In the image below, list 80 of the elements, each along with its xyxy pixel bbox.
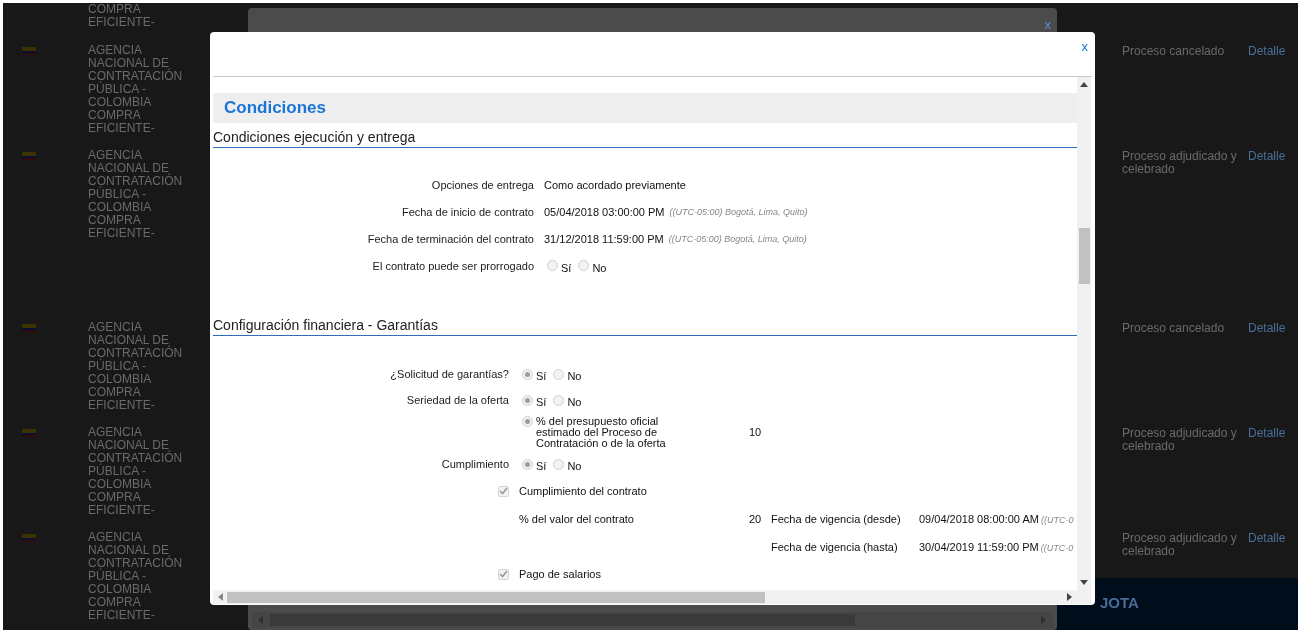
radio-button[interactable]: [553, 368, 565, 380]
detail-link[interactable]: Detalle: [1237, 44, 1286, 58]
close-button[interactable]: x: [1044, 17, 1051, 32]
field-label: Fecha de vigencia (hasta): [771, 540, 899, 553]
arrow-left-icon[interactable]: [218, 593, 223, 601]
radio-button[interactable]: [553, 394, 565, 406]
scrollbar-thumb[interactable]: [227, 592, 765, 603]
section-heading: Condiciones: [213, 93, 1077, 123]
radio-button[interactable]: [522, 458, 533, 470]
agency-name: AGENCIA NACIONAL DE CONTRATACIÓN PÚBLICA - COLOMBIA COMPRA EFICIENTE-: [88, 531, 183, 622]
agency-name: AGENCIA NACIONAL DE CONTRATACIÓN PÚBLICA - COLOMBIA COMPRA EFICIENTE-: [88, 426, 183, 517]
field-label: % del valor del contrato: [519, 513, 635, 525]
field-value: 30/04/2019 11:59:00 PM: [919, 540, 1039, 553]
option-label: Sí: [536, 459, 547, 472]
option-label: % del presupuesto oficial estimado del Proceso de Contratación o de la oferta: [536, 415, 667, 449]
radio-button[interactable]: [522, 394, 533, 406]
process-status: Proceso adjudicado y celebrado: [1122, 149, 1237, 176]
checkbox[interactable]: [498, 485, 509, 497]
agency-name: COMPRA EFICIENTE-: [88, 3, 156, 29]
promo-title: JOTA: [1100, 594, 1139, 611]
agency-name: AGENCIA NACIONAL DE CONTRATACIÓN PÚBLICA - COLOMBIA COMPRA EFICIENTE-: [88, 44, 183, 135]
process-status: Proceso adjudicado y celebrado: [1122, 531, 1237, 558]
timezone-note: ((UTC-05:00) Bogotá, Lima, Quito): [669, 206, 808, 217]
scrollbar-thumb[interactable]: [1079, 228, 1090, 284]
arrow-down-icon[interactable]: [1080, 580, 1088, 585]
process-status: Proceso cancelado: [1122, 44, 1226, 58]
option-label: Sí: [561, 260, 572, 274]
option-label: Sí: [536, 395, 547, 408]
radio-button[interactable]: [522, 415, 533, 427]
flag-icon: [22, 429, 36, 437]
process-status: Proceso cancelado: [1122, 321, 1226, 335]
option-label: No: [567, 395, 582, 408]
detail-link[interactable]: Detalle: [1237, 321, 1286, 335]
radio-button[interactable]: [547, 260, 558, 271]
detail-link[interactable]: Detalle: [1237, 149, 1286, 163]
checkbox-label: Cumplimiento del contrato: [519, 485, 648, 497]
field-value: 10: [749, 426, 763, 438]
arrow-right-icon[interactable]: [1067, 593, 1072, 601]
field-label: Fecha de inicio de contrato: [401, 205, 535, 218]
field-label: Opciones de entrega: [431, 178, 535, 191]
timezone-note: ((UTC-0: [1040, 542, 1074, 553]
flag-icon: [22, 324, 36, 332]
close-button[interactable]: x: [1081, 39, 1088, 54]
checkbox[interactable]: [498, 568, 509, 580]
subsection-title: Condiciones ejecución y entrega: [213, 123, 1077, 148]
field-label: Fecha de vigencia (desde): [771, 513, 902, 525]
detail-link[interactable]: Detalle: [1237, 531, 1286, 545]
arrow-up-icon[interactable]: [1080, 82, 1088, 87]
field-value: Como acordado previamente: [544, 178, 686, 191]
field-value: 09/04/2018 08:00:00 AM: [919, 513, 1039, 525]
timezone-note: ((UTC-0: [1040, 515, 1074, 525]
radio-button[interactable]: [553, 458, 565, 470]
horizontal-scrollbar[interactable]: [252, 612, 1053, 628]
process-status: Proceso adjudicado y celebrado: [1122, 426, 1237, 453]
radio-button[interactable]: [522, 368, 533, 380]
agency-name: AGENCIA NACIONAL DE CONTRATACIÓN PÚBLICA - COLOMBIA COMPRA EFICIENTE-: [88, 149, 183, 240]
field-label: Seriedad de la oferta: [406, 394, 510, 406]
radio-button[interactable]: [578, 260, 590, 271]
option-label: No: [567, 369, 582, 382]
flag-icon: [22, 152, 36, 160]
field-value: 31/12/2018 11:59:00 PM: [544, 232, 664, 245]
detail-link[interactable]: Detalle: [1237, 426, 1286, 440]
arrow-left-icon[interactable]: [258, 616, 264, 624]
field-value: 05/04/2018 03:00:00 PM: [544, 205, 665, 218]
field-value: 20: [749, 513, 763, 525]
timezone-note: ((UTC-05:00) Bogotá, Lima, Quito): [668, 233, 807, 244]
horizontal-scrollbar[interactable]: [213, 590, 1077, 604]
field-label: El contrato puede ser prorrogado: [372, 259, 535, 272]
vertical-scrollbar[interactable]: [1077, 77, 1091, 590]
field-label: ¿Solicitud de garantías?: [390, 368, 510, 380]
checkbox-label: Pago de salarios: [519, 568, 602, 580]
option-label: No: [592, 260, 607, 274]
flag-icon: [22, 534, 36, 542]
flag-icon: [22, 47, 36, 55]
subsection-title: Configuración financiera - Garantías: [213, 311, 1077, 336]
field-label: Cumplimiento: [441, 458, 510, 470]
agency-name: AGENCIA NACIONAL DE CONTRATACIÓN PÚBLICA - COLOMBIA COMPRA EFICIENTE-: [88, 321, 183, 412]
option-label: Sí: [536, 369, 547, 382]
field-label: Fecha de terminación del contrato: [367, 232, 535, 245]
option-label: No: [567, 459, 582, 472]
